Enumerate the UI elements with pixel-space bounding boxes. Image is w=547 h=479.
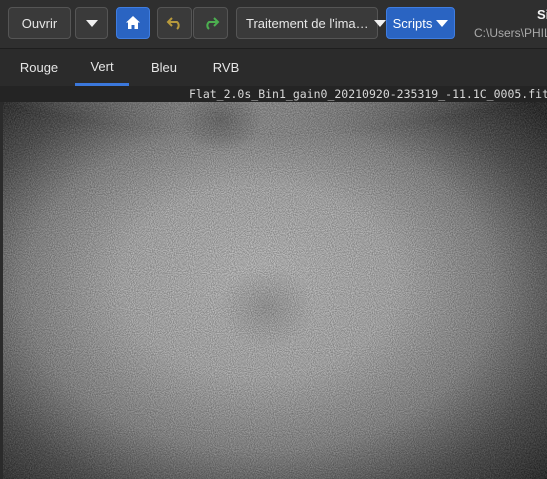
tab-label: Rouge	[19, 60, 59, 75]
tab-label: Vert	[90, 58, 114, 74]
channel-tabs: Rouge Vert Bleu RVB	[0, 49, 547, 86]
home-button[interactable]	[116, 7, 150, 39]
redo-button[interactable]	[193, 7, 228, 39]
tab-bleu[interactable]: Bleu	[137, 49, 191, 86]
tab-label: RVB	[212, 60, 240, 75]
image-processing-label: Traitement de l'ima…	[246, 15, 369, 31]
app-title: Si	[537, 7, 547, 22]
image-processing-menu[interactable]: Traitement de l'ima…	[236, 7, 386, 39]
image-viewer[interactable]	[3, 102, 547, 479]
tab-label: Bleu	[150, 60, 178, 75]
image-filename: Flat_2.0s_Bin1_gain0_20210920-235319_-11…	[188, 87, 547, 101]
working-directory-path: C:\Users\PHIL	[474, 26, 547, 40]
redo-icon	[205, 17, 219, 30]
tab-vert[interactable]: Vert	[75, 49, 129, 86]
open-button[interactable]: Ouvrir	[8, 7, 71, 39]
undo-icon	[166, 17, 180, 30]
window-title-area: Si C:\Users\PHIL	[474, 4, 547, 44]
tab-rvb[interactable]: RVB	[199, 49, 253, 86]
tab-rouge[interactable]: Rouge	[12, 49, 66, 86]
scripts-menu[interactable]: Scripts	[386, 7, 455, 39]
image-filename-bar: Flat_2.0s_Bin1_gain0_20210920-235319_-11…	[0, 86, 547, 102]
open-dropdown-button[interactable]	[75, 7, 108, 39]
open-button-label: Ouvrir	[21, 15, 58, 31]
flat-frame-image	[3, 102, 547, 479]
home-icon	[126, 16, 140, 29]
scripts-label: Scripts	[392, 15, 433, 31]
chevron-down-icon	[436, 19, 449, 27]
chevron-down-icon	[85, 19, 98, 27]
chevron-down-icon	[373, 19, 386, 27]
undo-button[interactable]	[157, 7, 192, 39]
toolbar: Ouvrir Traitement de l'ima… Scripts Si C…	[0, 0, 547, 48]
